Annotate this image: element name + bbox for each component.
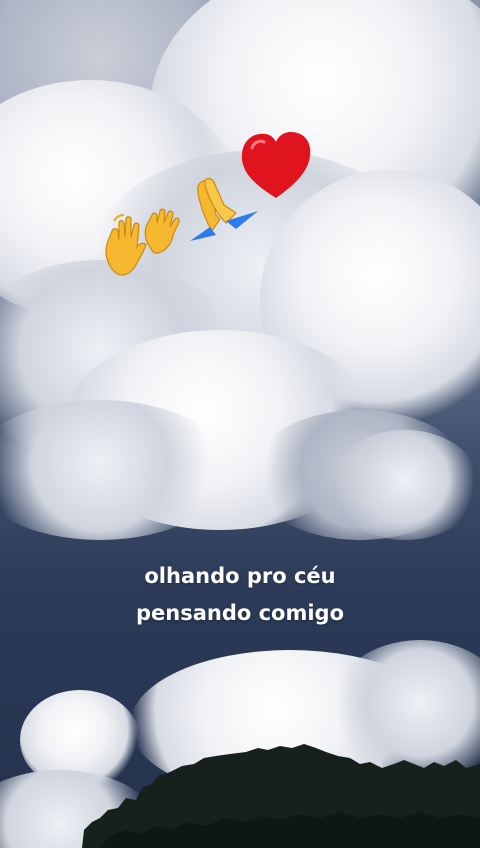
caption-line-1: olhando pro céu [144,564,336,588]
red-heart-icon [241,132,311,198]
caption-line-2: pensando comigo [135,601,345,625]
story-canvas: olhando pro céu pensando comigo [0,0,480,848]
waving-hands-icon [105,208,180,276]
tree-silhouette [82,744,480,848]
